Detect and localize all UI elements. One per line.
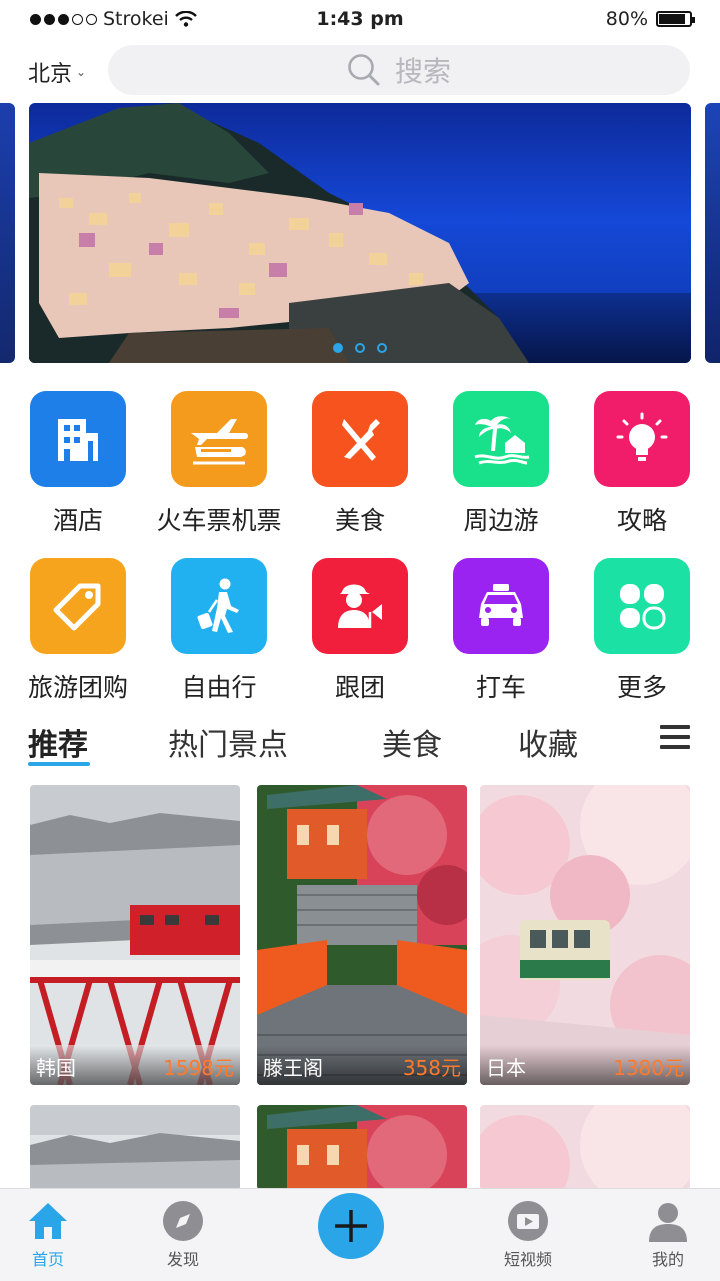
- banner-prev-peek[interactable]: [0, 103, 15, 363]
- tab-recommend[interactable]: 推荐: [28, 720, 88, 764]
- category-icon-bg: [453, 558, 549, 654]
- nav-profile[interactable]: 我的: [618, 1200, 718, 1270]
- island-icon: [474, 416, 530, 465]
- nav-label: 短视频: [503, 1250, 552, 1269]
- status-bar: Strokei 1:43 pm 80%: [0, 0, 720, 40]
- category-label: 攻略: [616, 506, 667, 535]
- category-more[interactable]: 更多: [572, 558, 712, 704]
- city-name: 北京: [28, 62, 73, 87]
- food-icon: [342, 419, 380, 461]
- add-button[interactable]: [318, 1193, 384, 1259]
- destination-card[interactable]: 滕王阁 358元: [257, 785, 467, 1085]
- pager-dot-3[interactable]: [377, 343, 387, 353]
- category-food[interactable]: 美食: [290, 391, 430, 537]
- category-label: 周边游: [463, 506, 539, 535]
- video-icon: [507, 1200, 549, 1242]
- category-label: 酒店: [52, 506, 103, 535]
- category-group-tour[interactable]: 跟团: [290, 558, 430, 704]
- category-icon-bg: [171, 391, 267, 487]
- tag-icon: [53, 583, 101, 631]
- category-icon-bg: [312, 558, 408, 654]
- category-label: 跟团: [334, 673, 385, 702]
- battery-icon: [656, 11, 695, 27]
- category-label: 美食: [334, 506, 385, 535]
- category-label: 更多: [616, 673, 667, 702]
- card-image-snow-train: [30, 785, 240, 1085]
- tour-guide-icon: [338, 584, 382, 628]
- category-icon-bg: [594, 391, 690, 487]
- tab-favorites[interactable]: 收藏: [518, 720, 578, 764]
- banner-image: [29, 103, 691, 363]
- more-icon: [620, 584, 666, 630]
- card-price: 1598元: [163, 1056, 234, 1080]
- category-label: 旅游团购: [27, 673, 128, 702]
- compass-icon: [162, 1200, 204, 1242]
- destination-card[interactable]: 日本 1380元: [480, 785, 690, 1085]
- category-icon-bg: [171, 558, 267, 654]
- tab-active-indicator: [28, 762, 90, 766]
- destination-card[interactable]: [30, 1105, 240, 1190]
- card-image-cherry-tram: [480, 785, 690, 1085]
- search-placeholder: 搜索: [394, 55, 451, 88]
- nav-label: 我的: [651, 1250, 684, 1269]
- card-price: 358元: [402, 1056, 461, 1080]
- card-image-pavilion-bridge: [257, 1105, 467, 1190]
- tab-hot-spots[interactable]: 热门景点: [168, 720, 288, 764]
- category-icon-bg: [30, 558, 126, 654]
- card-image-cherry-tram: [480, 1105, 690, 1190]
- nav-short-video[interactable]: 短视频: [478, 1200, 578, 1270]
- menu-icon[interactable]: [660, 725, 690, 749]
- category-icon-bg: [594, 558, 690, 654]
- category-icon-bg: [453, 391, 549, 487]
- nav-label: 首页: [31, 1250, 64, 1269]
- category-icon-bg: [312, 391, 408, 487]
- battery-percent: 80%: [605, 8, 648, 30]
- pager-dot-2[interactable]: [355, 343, 365, 353]
- category-group-buy[interactable]: 旅游团购: [8, 558, 148, 704]
- home-icon: [27, 1200, 69, 1242]
- card-price: 1380元: [613, 1056, 684, 1080]
- plus-icon: [335, 1210, 367, 1242]
- banner-next-peek[interactable]: [705, 103, 720, 363]
- nav-discover[interactable]: 发现: [133, 1200, 233, 1270]
- banner-carousel[interactable]: [29, 103, 691, 363]
- search-icon: [348, 54, 380, 86]
- destination-card[interactable]: 韩国 1598元: [30, 785, 240, 1085]
- walker-icon: [197, 578, 239, 633]
- chevron-down-icon: ⌄: [76, 65, 87, 79]
- card-destination: 日本: [486, 1056, 526, 1080]
- tab-food[interactable]: 美食: [382, 720, 442, 764]
- category-taxi[interactable]: 打车: [431, 558, 571, 704]
- nav-home[interactable]: 首页: [0, 1200, 98, 1270]
- city-selector[interactable]: 北京 ⌄: [28, 56, 86, 88]
- category-nearby[interactable]: 周边游: [431, 391, 571, 537]
- category-independent[interactable]: 自由行: [149, 558, 289, 704]
- category-guide[interactable]: 攻略: [572, 391, 712, 537]
- category-icon-bg: [30, 391, 126, 487]
- train-plane-icon: [191, 419, 248, 465]
- category-label: 自由行: [181, 673, 257, 702]
- search-bar[interactable]: 搜索: [108, 45, 690, 95]
- battery-info: 80%: [605, 8, 695, 30]
- hotel-icon: [58, 419, 98, 461]
- banner-pager: [0, 343, 720, 353]
- nav-label: 发现: [166, 1250, 199, 1269]
- category-hotel[interactable]: 酒店: [8, 391, 148, 537]
- lightbulb-icon: [616, 412, 668, 461]
- profile-icon: [647, 1200, 689, 1242]
- destination-card[interactable]: [480, 1105, 690, 1190]
- category-train-plane[interactable]: 火车票机票: [149, 391, 289, 537]
- category-label: 火车票机票: [156, 506, 282, 535]
- card-destination: 韩国: [36, 1056, 76, 1080]
- category-label: 打车: [475, 673, 526, 702]
- destination-card[interactable]: [257, 1105, 467, 1190]
- card-image-snow-train: [30, 1105, 240, 1190]
- taxi-icon: [479, 584, 523, 626]
- card-destination: 滕王阁: [263, 1056, 323, 1080]
- pager-dot-1[interactable]: [333, 343, 343, 353]
- card-image-pavilion-bridge: [257, 785, 467, 1085]
